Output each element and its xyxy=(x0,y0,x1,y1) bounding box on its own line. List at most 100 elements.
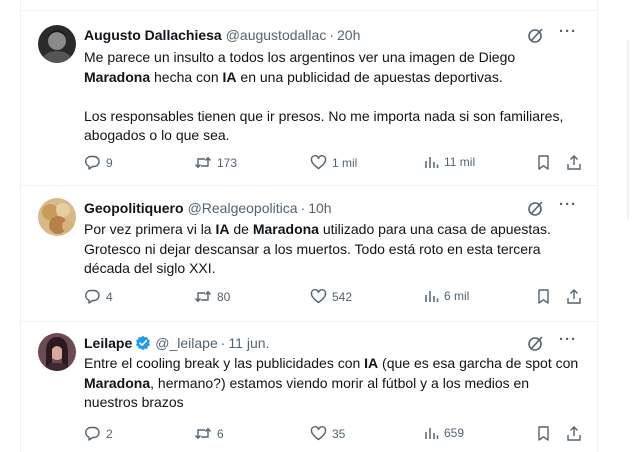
share-button[interactable] xyxy=(566,288,582,305)
timestamp[interactable]: 20h xyxy=(337,27,360,43)
author-handle[interactable]: @Realgeopolitica xyxy=(188,200,298,216)
grok-icon[interactable] xyxy=(527,334,545,355)
tweet[interactable]: Augusto Dallachiesa @augustodallac · 20h… xyxy=(21,11,597,186)
like-button[interactable]: 35 xyxy=(310,425,345,442)
highlighted-term: IA xyxy=(222,68,237,85)
highlighted-term: IA xyxy=(215,221,230,237)
like-count: 542 xyxy=(332,289,353,304)
tweet-paragraph: Los responsables tienen que ir presos. N… xyxy=(84,107,584,146)
separator-dot: · xyxy=(300,200,306,216)
text-run: (que es esa garcha de spot con xyxy=(378,355,579,371)
grok-icon[interactable] xyxy=(527,26,545,47)
tweet-actions: 2 6 35 659 xyxy=(21,425,597,445)
text-run: , hermano?) estamos viendo morir al fútb… xyxy=(84,374,530,411)
reply-icon xyxy=(84,425,101,442)
grok-icon[interactable] xyxy=(527,199,545,220)
repost-button[interactable]: 6 xyxy=(194,425,224,442)
repost-icon xyxy=(194,154,212,171)
reply-count: 2 xyxy=(106,426,113,441)
text-run: Me parece un insulto a todos los argenti… xyxy=(84,49,516,65)
tweet[interactable]: Leilape @_leilape · 11 jun. ··· Entre el… xyxy=(21,322,597,452)
timestamp[interactable]: 10h xyxy=(308,200,331,216)
reply-count: 4 xyxy=(106,289,113,304)
bookmark-icon xyxy=(536,154,551,171)
tweet-text: Me parece un insulto a todos los argenti… xyxy=(84,48,584,146)
verified-badge-icon xyxy=(135,335,151,351)
share-button[interactable] xyxy=(566,154,582,171)
like-count: 1 mil xyxy=(332,155,358,170)
repost-count: 173 xyxy=(217,155,238,170)
views-button[interactable]: 659 xyxy=(424,425,464,441)
avatar[interactable] xyxy=(38,198,76,236)
like-count: 35 xyxy=(332,426,346,441)
tweet-paragraph: Me parece un insulto a todos los argenti… xyxy=(84,48,584,87)
views-icon xyxy=(424,154,439,170)
share-icon xyxy=(566,154,582,171)
like-button[interactable]: 1 mil xyxy=(310,154,357,171)
views-button[interactable]: 6 mil xyxy=(424,288,469,304)
tweet-text: Por vez primera vi la IA de Maradona uti… xyxy=(84,220,584,279)
tweet-text: Entre el cooling break y las publicidade… xyxy=(84,354,584,413)
like-icon xyxy=(310,154,327,171)
text-run: Los responsables tienen que ir presos. N… xyxy=(84,107,564,144)
more-icon[interactable]: ··· xyxy=(559,23,577,40)
avatar[interactable] xyxy=(38,25,76,63)
timestamp[interactable]: 11 jun. xyxy=(228,335,269,351)
scrollbar[interactable] xyxy=(627,40,629,220)
repost-button[interactable]: 173 xyxy=(194,154,237,171)
repost-button[interactable]: 80 xyxy=(194,288,230,305)
more-icon[interactable]: ··· xyxy=(559,331,577,348)
tweet-paragraph: Entre el cooling break y las publicidade… xyxy=(84,354,584,413)
text-run: Entre el cooling break y las publicidade… xyxy=(84,355,365,371)
views-count: 6 mil xyxy=(444,289,470,303)
repost-count: 80 xyxy=(217,289,231,304)
more-icon[interactable]: ··· xyxy=(559,196,577,213)
views-button[interactable]: 11 mil xyxy=(424,154,475,170)
share-icon xyxy=(566,425,582,442)
views-icon xyxy=(424,288,439,304)
reply-button[interactable]: 9 xyxy=(84,154,113,171)
bookmark-icon xyxy=(536,425,551,442)
reply-icon xyxy=(84,288,101,305)
repost-icon xyxy=(194,288,212,305)
author-handle[interactable]: @_leilape xyxy=(155,335,217,351)
highlighted-term: Maradona xyxy=(84,374,151,391)
author-name[interactable]: Geopolitiquero xyxy=(84,200,184,216)
repost-icon xyxy=(194,425,212,442)
share-button[interactable] xyxy=(566,425,582,442)
highlighted-term: Maradona xyxy=(252,221,319,237)
separator-dot: · xyxy=(220,335,226,351)
repost-count: 6 xyxy=(217,426,224,441)
text-run: Por vez primera vi la xyxy=(84,221,216,237)
tweet-paragraph: Por vez primera vi la IA de Maradona uti… xyxy=(84,220,584,279)
text-run: hecha con xyxy=(150,68,223,85)
author-name[interactable]: Leilape xyxy=(84,335,132,351)
highlighted-term: IA xyxy=(364,355,379,371)
reply-button[interactable]: 4 xyxy=(84,288,113,305)
bookmark-button[interactable] xyxy=(536,154,551,171)
share-icon xyxy=(566,288,582,305)
tweet[interactable]: Geopolitiquero @Realgeopolitica · 10h ··… xyxy=(21,186,597,322)
bookmark-icon xyxy=(536,288,551,305)
like-icon xyxy=(310,425,327,442)
author-name[interactable]: Augusto Dallachiesa xyxy=(84,27,222,43)
text-run: en una publicidad de apuestas deportivas… xyxy=(236,68,503,85)
text-run: de xyxy=(229,221,253,237)
separator-dot: · xyxy=(329,27,334,43)
views-count: 11 mil xyxy=(444,155,476,169)
reply-button[interactable]: 2 xyxy=(84,425,113,442)
timeline: Augusto Dallachiesa @augustodallac · 20h… xyxy=(20,0,598,452)
reply-count: 9 xyxy=(106,155,113,170)
views-count: 659 xyxy=(444,426,465,440)
avatar[interactable] xyxy=(38,333,76,371)
highlighted-term: Maradona xyxy=(84,68,151,85)
like-icon xyxy=(310,288,327,305)
tweet-actions: 9 173 1 mil 11 mil xyxy=(21,154,597,174)
reply-icon xyxy=(84,154,101,171)
author-handle[interactable]: @augustodallac xyxy=(226,27,327,43)
bookmark-button[interactable] xyxy=(536,288,551,305)
like-button[interactable]: 542 xyxy=(310,288,352,305)
views-icon xyxy=(424,425,439,441)
bookmark-button[interactable] xyxy=(536,425,551,442)
